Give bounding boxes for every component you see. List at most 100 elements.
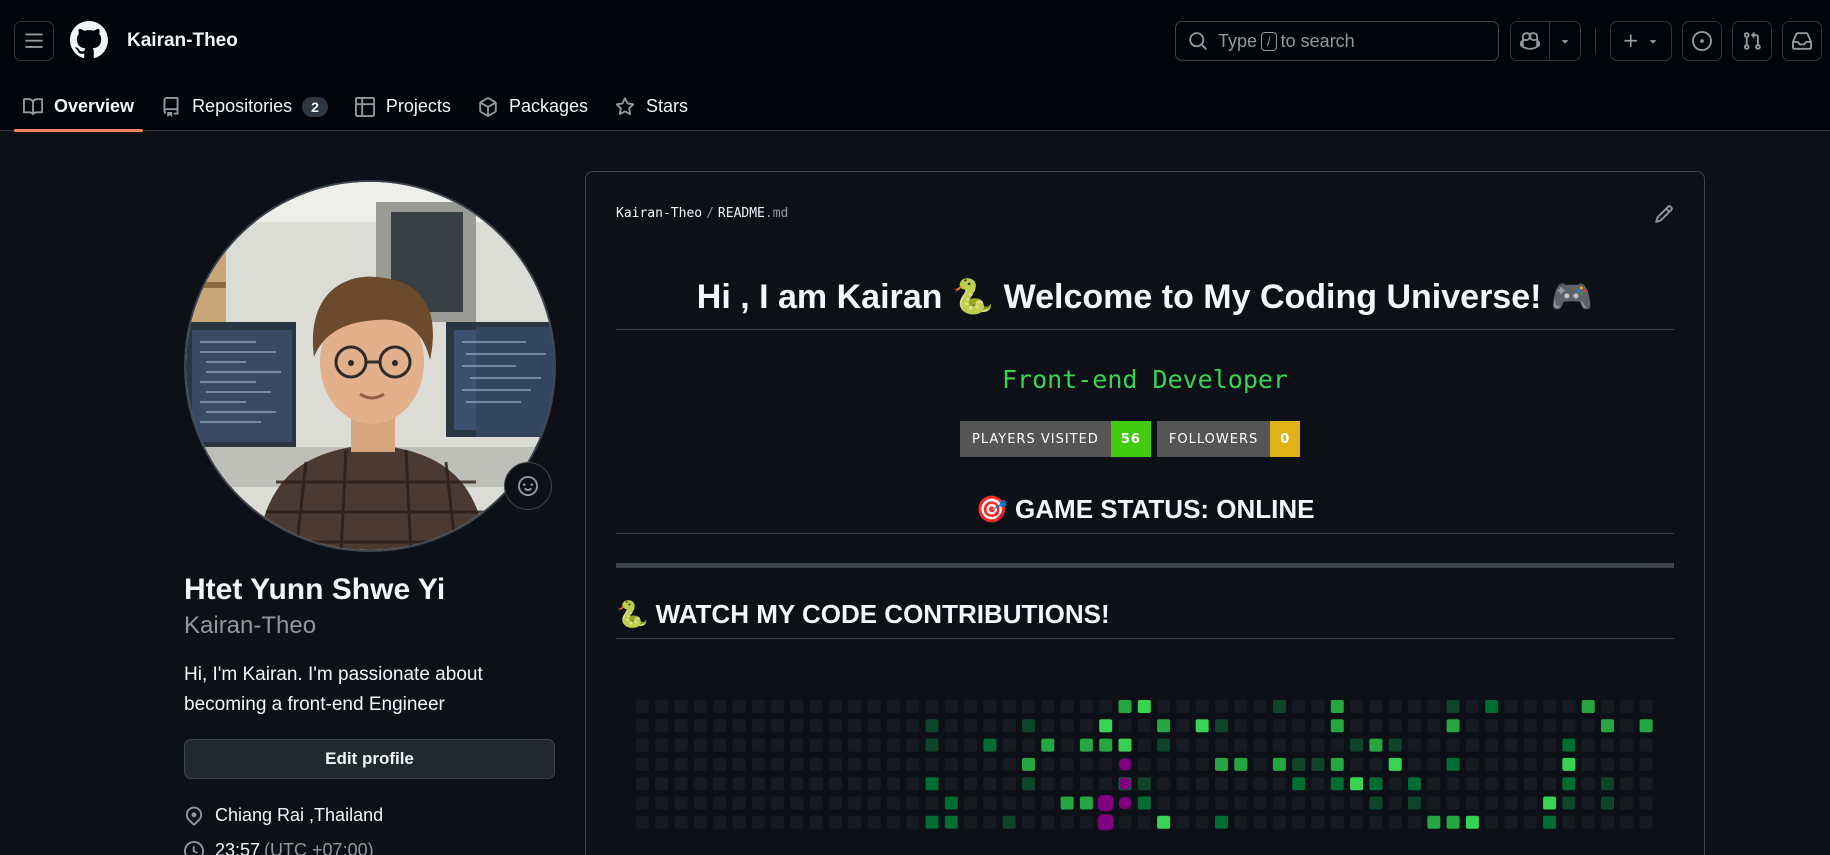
contribution-cell (1562, 757, 1576, 771)
pull-requests-button[interactable] (1732, 21, 1772, 61)
edit-profile-button[interactable]: Edit profile (184, 739, 555, 779)
contribution-cell (655, 738, 669, 752)
inbox-icon (1792, 32, 1812, 50)
contribution-cell (1504, 777, 1518, 791)
contribution-cell (1060, 700, 1074, 713)
contribution-cell (732, 796, 746, 810)
plus-icon (1624, 34, 1638, 48)
contribution-cell (906, 738, 920, 752)
contribution-cell (1330, 738, 1344, 752)
contribution-cell (1581, 738, 1595, 752)
copilot-dropdown[interactable] (1550, 22, 1580, 60)
contribution-cell (732, 815, 746, 829)
contribution-cell (886, 796, 900, 810)
contribution-cell (925, 777, 939, 791)
contribution-cell (867, 757, 881, 771)
tab-overview[interactable]: Overview (14, 82, 144, 132)
profile-login: Kairan-Theo (184, 612, 317, 639)
readme-path-ext: .md (764, 206, 789, 221)
contribution-cell (636, 719, 649, 733)
contribution-cell (1272, 700, 1286, 713)
contribution-cell (1195, 796, 1209, 810)
inbox-button[interactable] (1782, 21, 1822, 61)
tab-projects[interactable]: Projects (346, 82, 460, 131)
contribution-cell (848, 757, 862, 771)
set-status-button[interactable] (504, 462, 552, 510)
tab-stars[interactable]: Stars (606, 82, 697, 131)
contribution-cell (1099, 700, 1113, 713)
contribution-cell (1523, 815, 1537, 829)
contribution-cell (1118, 700, 1132, 713)
star-icon (615, 96, 635, 115)
snake-segment (1119, 777, 1131, 790)
contribution-cell (1620, 757, 1634, 771)
create-new-button[interactable] (1610, 21, 1672, 61)
contribution-cell (1041, 815, 1055, 829)
contribution-cell (1369, 777, 1383, 791)
contribution-cell (1485, 757, 1499, 771)
contribution-cell (1408, 757, 1421, 771)
contribution-cell (1176, 777, 1190, 791)
issues-button[interactable] (1682, 21, 1722, 61)
readme-path-separator: / (706, 206, 714, 221)
tab-overview-label: Overview (54, 96, 135, 116)
contribution-cell (1504, 700, 1518, 713)
contribution-cell (1504, 815, 1518, 829)
contribution-cell (1253, 719, 1267, 733)
profile-bio: Hi, I'm Kairan. I'm passionate about bec… (184, 664, 483, 715)
tab-repositories[interactable]: Repositories 2 (152, 82, 337, 131)
contribution-cell (1601, 796, 1614, 810)
contribution-cell (1543, 719, 1557, 733)
contribution-cell (1465, 815, 1479, 829)
contribution-cell (1446, 719, 1460, 733)
contribution-cell (964, 777, 978, 791)
contribution-cell (809, 738, 823, 752)
contribution-cell (713, 815, 727, 829)
contribution-cell (1523, 700, 1537, 713)
contribution-cell (906, 796, 920, 810)
avatar[interactable] (184, 180, 556, 552)
contribution-cell (906, 757, 920, 771)
contribution-cell (1350, 719, 1364, 733)
contribution-cell (809, 719, 823, 733)
typing-text: Front-end Developer (1002, 365, 1288, 394)
contribution-cell (1562, 719, 1576, 733)
contribution-cell (1195, 815, 1209, 829)
contribution-cell (1388, 719, 1402, 733)
readme-path-file[interactable]: README (718, 206, 765, 221)
contribution-cell (1137, 700, 1151, 713)
context-username[interactable]: Kairan-Theo (127, 30, 238, 52)
contribution-cell (1639, 796, 1653, 810)
contribution-cell (867, 796, 881, 810)
search-input[interactable]: Type / to search (1175, 21, 1499, 61)
pencil-icon[interactable] (1654, 204, 1674, 224)
contribution-cell (1446, 815, 1460, 829)
contribution-cell (1581, 815, 1595, 829)
contribution-cell (1581, 777, 1595, 791)
contribution-cell (1485, 815, 1499, 829)
readme-path-owner[interactable]: Kairan-Theo (616, 206, 702, 221)
contribution-cell (1465, 757, 1479, 771)
contribution-cell (1060, 757, 1074, 771)
contribution-cell (1060, 719, 1074, 733)
contribution-cell (1157, 700, 1171, 713)
contribution-cell (636, 796, 649, 810)
contribution-cell (1253, 738, 1267, 752)
contribution-cell (1639, 815, 1653, 829)
table-icon (354, 96, 375, 117)
menu-button[interactable] (14, 21, 54, 61)
contribution-cell (1195, 777, 1209, 791)
contribution-cell (1620, 700, 1634, 713)
contribution-cell (1311, 796, 1325, 810)
contribution-cell (1543, 777, 1557, 791)
contribution-cell (790, 700, 804, 713)
contribution-cell (1002, 700, 1016, 713)
contribution-cell (983, 815, 997, 829)
copilot-button[interactable] (1511, 22, 1551, 60)
tab-packages[interactable]: Packages (469, 82, 597, 131)
contribution-cell (1562, 738, 1576, 752)
contribution-cell (1176, 815, 1190, 829)
github-logo-icon[interactable] (70, 21, 108, 59)
snake-segment (1097, 795, 1114, 811)
contribution-cell (1369, 815, 1383, 829)
